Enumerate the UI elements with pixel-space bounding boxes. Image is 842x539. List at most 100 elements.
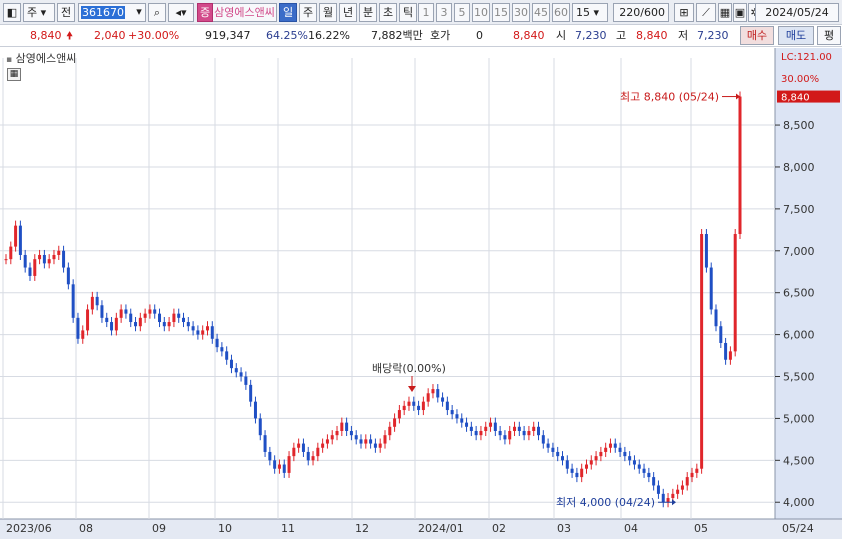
interval-button-30[interactable]: 30 (512, 3, 530, 22)
candle-body (580, 468, 584, 478)
candle-body (66, 267, 70, 285)
candle-body (148, 309, 152, 314)
print-icon[interactable]: ▦ (718, 3, 732, 22)
draw-tool-icon[interactable]: ⟋ (696, 3, 716, 22)
interval-button-60[interactable]: 60 (552, 3, 570, 22)
candle-body (541, 435, 545, 444)
candle-body (632, 460, 636, 465)
legend-marker: ▪ (6, 55, 13, 65)
candle-body (412, 401, 416, 406)
buy-button[interactable]: 매수 (740, 26, 774, 45)
period-tab-1[interactable]: 주 (299, 3, 317, 22)
date-input[interactable]: 2024/05/24 (755, 3, 839, 22)
candle-body (95, 296, 99, 306)
crosshair-icon[interactable]: ⊞ (674, 3, 694, 22)
chart-type-label: 주 (27, 6, 38, 19)
period-tab-2[interactable]: 월 (319, 3, 337, 22)
sell-button[interactable]: 매도 (778, 26, 814, 45)
code-dropdown-icon[interactable]: ▾ (132, 3, 146, 22)
stock-code-value: 361670 (81, 6, 125, 19)
x-tick-label: 11 (281, 522, 295, 535)
candle-body (489, 422, 493, 427)
candle-body (493, 422, 497, 431)
candle-body (277, 464, 281, 469)
candle-body (119, 309, 123, 318)
candle-body (316, 447, 320, 457)
interval-button-10[interactable]: 10 (472, 3, 490, 22)
candle-body (249, 384, 253, 402)
quote-change: 2,040 (94, 29, 126, 42)
candle-body (81, 330, 85, 339)
interval-button-3[interactable]: 3 (436, 3, 452, 22)
candle-body (695, 468, 699, 473)
avg-button[interactable]: 평 (817, 26, 841, 45)
candle-body (306, 451, 310, 461)
period-tab-4[interactable]: 분 (359, 3, 377, 22)
quote-amount: 7,882백만 (371, 29, 423, 42)
interval-button-5[interactable]: 5 (454, 3, 470, 22)
candle-body (110, 322, 114, 331)
period-tab-0[interactable]: 일 (279, 3, 297, 22)
interval-button-45[interactable]: 45 (532, 3, 550, 22)
candle-body (28, 267, 32, 276)
candle-body (215, 338, 219, 348)
candle-body (158, 313, 162, 323)
chart-toolbar: ◧ 주 ▾ 전 361670 ▾ ⌕ ◂▾ 증 삼영에스앤씨 일주월년분초틱 1… (0, 0, 842, 25)
candle-body (205, 326, 209, 331)
quote-turnover: 16.22% (308, 29, 350, 42)
candle-body (134, 322, 138, 327)
prev-button[interactable]: 전 (57, 3, 75, 22)
candle-body (90, 296, 94, 310)
candle-body (436, 389, 440, 398)
candle-body (196, 330, 200, 335)
candle-body (421, 401, 425, 411)
candle-body (42, 254, 46, 264)
candle-body (273, 460, 277, 469)
candle-body (407, 401, 411, 406)
quote-change-pct: +30.00% (128, 29, 180, 42)
interval-button-15[interactable]: 15 (492, 3, 510, 22)
y-tick-label: 7,000 (783, 245, 815, 258)
candle-body (623, 451, 627, 457)
candle-body (738, 96, 742, 235)
candle-body (364, 439, 368, 444)
y-tick-label: 8,000 (783, 161, 815, 174)
save-icon[interactable]: ▣ (733, 3, 747, 22)
candle-body (724, 342, 728, 360)
candle-body (292, 447, 296, 457)
candle-body (503, 435, 507, 440)
candle-body (62, 250, 66, 268)
interval-select[interactable]: 15 ▾ (572, 3, 608, 22)
open-label: 시 (556, 29, 567, 42)
period-tab-6[interactable]: 틱 (399, 3, 417, 22)
candle-body (114, 317, 118, 331)
chart-type-select[interactable]: 주 ▾ (23, 3, 55, 22)
y-tick-label: 7,500 (783, 203, 815, 216)
candle-body (719, 326, 723, 343)
candle-body (14, 225, 18, 247)
period-tab-3[interactable]: 년 (339, 3, 357, 22)
candle-body (589, 460, 593, 465)
candle-body (676, 489, 680, 494)
chart-settings-icon[interactable]: ◧ (3, 3, 21, 22)
candle-body (661, 493, 665, 503)
candle-body (728, 351, 732, 360)
candle-body (297, 443, 301, 448)
candle-body (177, 313, 181, 318)
calculator-icon[interactable]: ▦ (7, 68, 21, 81)
candle-body (479, 430, 483, 436)
count-input[interactable]: 220/600 (613, 3, 669, 22)
candle-body (546, 443, 550, 448)
x-tick-label: 09 (152, 522, 166, 535)
search-icon[interactable]: ⌕ (148, 3, 166, 22)
y-tick-label: 4,500 (783, 454, 815, 467)
interval-button-1[interactable]: 1 (418, 3, 434, 22)
candle-body (86, 309, 90, 331)
quote-price: 8,840 (30, 29, 62, 42)
price-chart[interactable]: 4,000 4,500 5,000 5,500 6,000 6,500 7,000 7,500… (0, 48, 842, 539)
period-tab-5[interactable]: 초 (379, 3, 397, 22)
candle-body (441, 397, 445, 402)
speaker-icon[interactable]: ◂▾ (168, 3, 194, 22)
candle-body (594, 456, 598, 461)
candle-body (709, 267, 713, 310)
